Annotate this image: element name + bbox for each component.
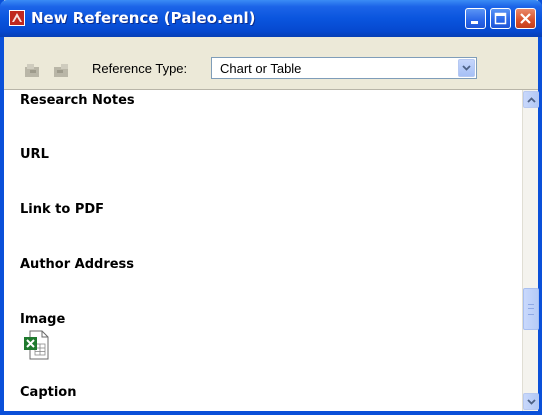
title-bar[interactable]: New Reference (Paleo.enl) <box>0 0 542 37</box>
scrollbar-thumb[interactable] <box>523 288 539 330</box>
scroll-up-button[interactable] <box>523 91 539 108</box>
reference-toolbar: Reference Type: Chart or Table <box>4 37 538 90</box>
reference-type-label: Reference Type: <box>92 61 188 76</box>
endnote-app-icon[interactable] <box>9 10 25 26</box>
new-reference-window: New Reference (Paleo.enl) Reference Type… <box>0 0 542 415</box>
field-label-author-address: Author Address <box>20 257 135 272</box>
minimize-button[interactable] <box>465 8 486 29</box>
field-label-caption: Caption <box>20 385 77 400</box>
vertical-scrollbar[interactable] <box>522 90 539 411</box>
field-label-image: Image <box>20 312 66 327</box>
scroll-down-button[interactable] <box>523 393 539 410</box>
field-label-url: URL <box>20 147 49 162</box>
window-title: New Reference (Paleo.enl) <box>31 9 256 27</box>
previous-reference-icon[interactable] <box>24 63 42 79</box>
close-button[interactable] <box>515 8 536 29</box>
chevron-down-icon[interactable] <box>458 59 475 77</box>
maximize-button[interactable] <box>490 8 511 29</box>
reference-type-select[interactable]: Chart or Table <box>211 57 477 79</box>
next-reference-icon[interactable] <box>53 63 71 79</box>
excel-file-icon[interactable] <box>22 329 50 361</box>
reference-fields-panel: Research Notes URL Link to PDF Author Ad… <box>4 90 522 411</box>
reference-type-value: Chart or Table <box>220 61 302 76</box>
field-label-link-to-pdf: Link to PDF <box>20 202 105 217</box>
field-label-research-notes: Research Notes <box>20 93 135 108</box>
